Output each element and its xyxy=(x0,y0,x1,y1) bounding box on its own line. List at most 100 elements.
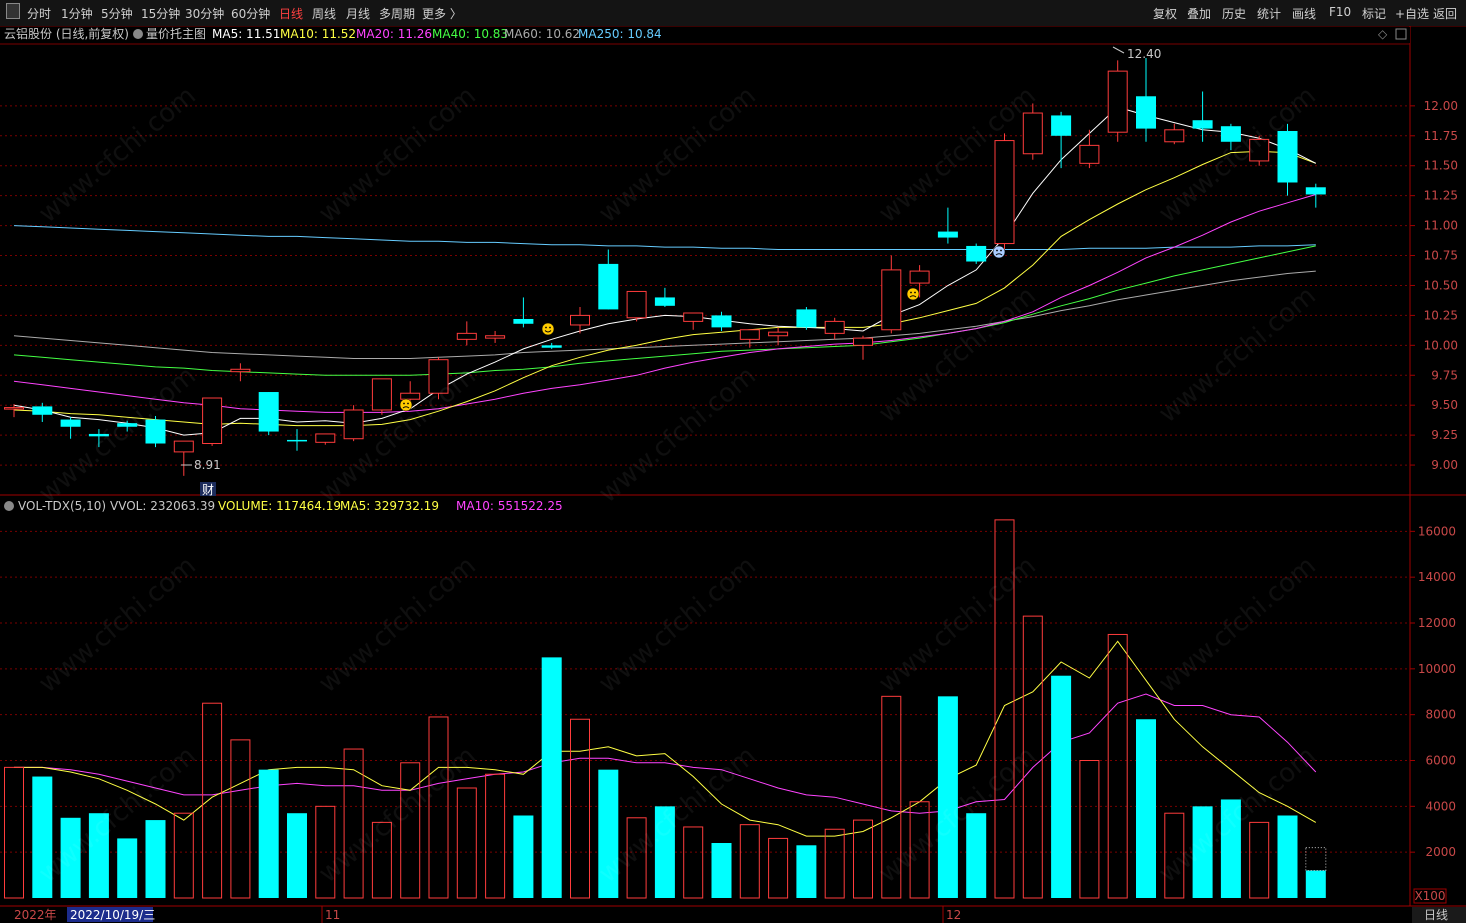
volume-bar xyxy=(145,820,166,898)
candle-body xyxy=(485,335,506,339)
candle-body xyxy=(173,440,194,453)
volume-bar xyxy=(117,838,138,898)
ma-legend-2: MA20: 11.26 xyxy=(356,27,432,41)
volume-bar xyxy=(1220,799,1241,898)
candle-body xyxy=(937,231,958,238)
cai-badge: 财 xyxy=(202,483,214,497)
volume-tick-label-4: 10000 xyxy=(1418,662,1456,676)
candle-body xyxy=(1277,131,1298,183)
chart-menu-icon[interactable] xyxy=(133,29,143,39)
volume-tick-label-1: 4000 xyxy=(1425,799,1456,813)
volume-tick-label-7: 16000 xyxy=(1418,524,1456,538)
sad-face-icon xyxy=(906,287,920,301)
stock-title: 云铝股份 (日线,前复权) xyxy=(4,26,129,41)
candle-body xyxy=(32,406,53,415)
ma-legend-4: MA60: 10.62 xyxy=(504,27,580,41)
high-pointer xyxy=(1112,46,1125,54)
candle-body xyxy=(626,290,647,319)
volume-menu-icon[interactable] xyxy=(4,501,14,511)
candle-body xyxy=(739,329,760,340)
candle-body xyxy=(315,433,336,443)
sad-face-icon-eye xyxy=(910,291,912,294)
candle-body xyxy=(1305,187,1326,195)
month-label-nov: 11 xyxy=(325,908,340,922)
candle-body xyxy=(343,409,364,440)
price-tick-label-2: 9.50 xyxy=(1431,398,1458,412)
volume-bar xyxy=(371,821,392,899)
volume-bar xyxy=(287,813,307,898)
volume-bar xyxy=(428,716,449,899)
volume-bar xyxy=(768,837,789,899)
volume-bar xyxy=(937,696,958,898)
volume-indicator-name: VOL-TDX(5,10) xyxy=(18,499,106,513)
candle-body xyxy=(258,392,279,432)
volume-bar xyxy=(994,519,1015,899)
candle-body xyxy=(1136,96,1156,129)
volume-bar xyxy=(824,828,845,899)
volume-bar xyxy=(456,787,477,899)
ma-legend-3: MA40: 10.83 xyxy=(432,27,508,41)
candle-body xyxy=(683,312,704,322)
volume-bar xyxy=(1277,815,1298,898)
volume-bar xyxy=(32,776,53,898)
candle-body xyxy=(428,359,449,394)
happy-face-icon-eye xyxy=(549,326,551,329)
candle-body xyxy=(909,270,930,284)
candle-body xyxy=(202,397,223,445)
candle-body xyxy=(796,309,817,328)
volume-bar xyxy=(88,813,109,898)
price-tick-label-10: 11.50 xyxy=(1424,159,1458,173)
candle-body xyxy=(4,407,24,410)
ma40-line xyxy=(13,245,1316,376)
main-chart-name: 量价托主图 xyxy=(146,27,206,41)
ma-legend-5: MA250: 10.84 xyxy=(578,27,662,41)
ma-legend-1: MA10: 11.52 xyxy=(280,27,356,41)
candle-body xyxy=(824,320,845,334)
candle-body xyxy=(1107,70,1128,133)
blue-face-icon-eye xyxy=(996,249,998,252)
volume-bar xyxy=(1107,633,1128,899)
candle-body xyxy=(1164,129,1185,143)
candle-body xyxy=(853,337,873,346)
volume-bar xyxy=(683,826,704,899)
neutral-face-icon xyxy=(399,398,413,412)
volume-bar xyxy=(173,812,194,899)
happy-face-icon-eye xyxy=(545,326,547,329)
volume-bar xyxy=(881,695,902,899)
candle-body xyxy=(287,439,307,442)
price-tick-label-6: 10.50 xyxy=(1424,278,1458,292)
price-tick-label-7: 10.75 xyxy=(1424,249,1458,263)
candle-body xyxy=(768,331,789,337)
price-tick-label-3: 9.75 xyxy=(1431,368,1458,382)
volume-bar xyxy=(485,773,506,899)
candle-body xyxy=(230,368,251,373)
candle-body xyxy=(570,314,590,326)
blue-face-icon xyxy=(992,245,1006,259)
diamond-icon[interactable]: ◇ xyxy=(1378,27,1388,41)
volume-bar xyxy=(1249,821,1270,899)
volume-bar xyxy=(626,817,647,899)
neutral-face-icon-eye xyxy=(407,402,409,405)
candle-body xyxy=(994,140,1015,245)
volume-bar xyxy=(1136,719,1156,898)
volume-tick-label-6: 14000 xyxy=(1418,570,1456,584)
volume-unit-label: X100 xyxy=(1414,889,1445,903)
price-tick-label-9: 11.25 xyxy=(1424,189,1458,203)
price-tick-label-8: 11.00 xyxy=(1424,219,1458,233)
price-tick-label-1: 9.25 xyxy=(1431,428,1458,442)
candle-body xyxy=(513,318,534,324)
volume-bar xyxy=(711,843,732,898)
high-price-label: 12.40 xyxy=(1127,47,1161,61)
candle-body xyxy=(1022,112,1043,155)
candle-body xyxy=(60,419,81,427)
price-tick-label-4: 10.00 xyxy=(1424,338,1458,352)
candle-body xyxy=(966,245,987,262)
candle-body xyxy=(371,378,392,411)
ma-legend-0: MA5: 11.51 xyxy=(212,27,280,41)
volume-bar xyxy=(1192,806,1213,898)
happy-face-icon xyxy=(541,322,555,336)
volume-bar xyxy=(796,845,817,898)
volume-bar xyxy=(654,806,675,898)
blue-face-icon-eye xyxy=(1000,249,1002,252)
volume-bar xyxy=(1305,870,1326,898)
